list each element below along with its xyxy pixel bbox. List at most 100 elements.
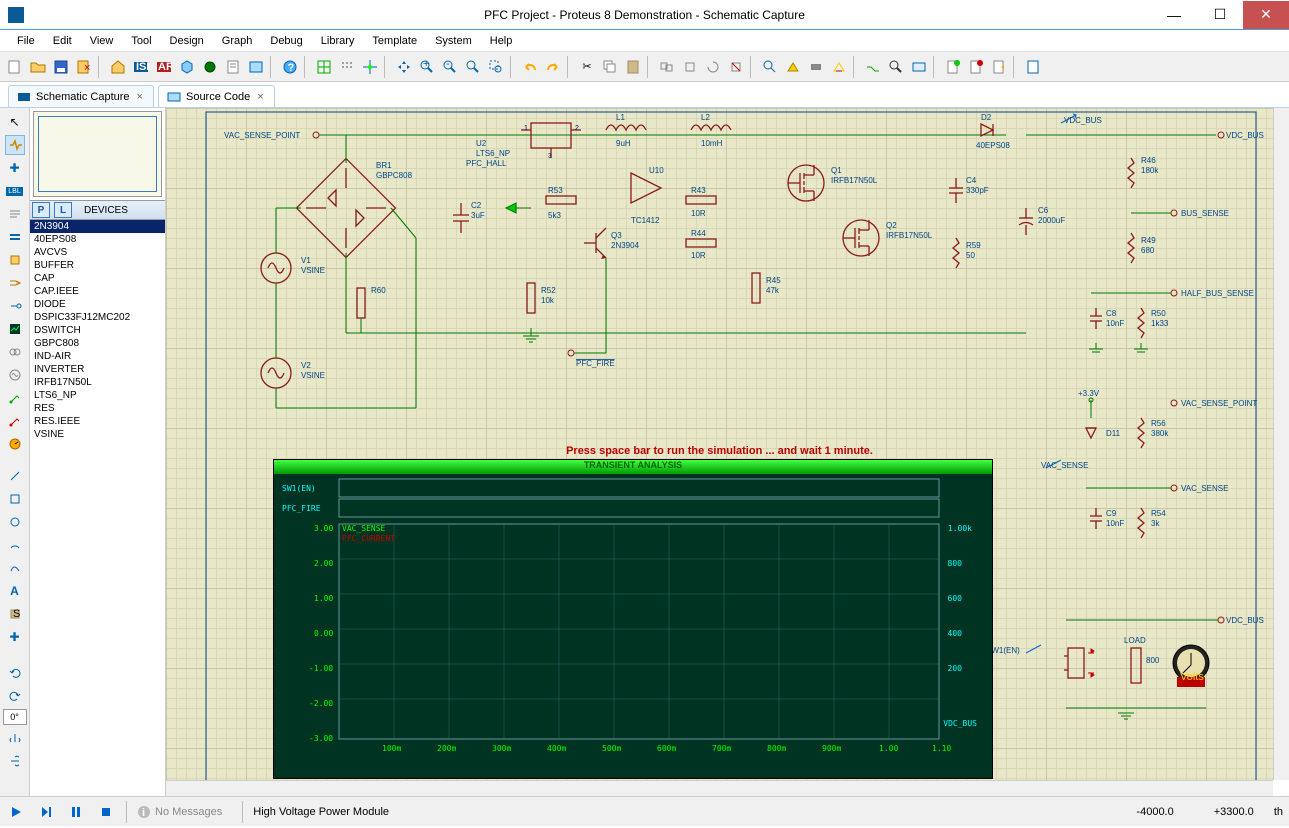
library-button[interactable]: L [54, 202, 72, 218]
list-item[interactable]: CAP [30, 272, 165, 285]
list-item[interactable]: DSPIC33FJ12MC202 [30, 311, 165, 324]
box-2d-icon[interactable] [5, 489, 25, 509]
list-item[interactable]: RES.IEEE [30, 415, 165, 428]
schematic-canvas[interactable]: VAC_SENSE_POINT BR1 GBPC808 V1 [166, 108, 1273, 780]
device-list[interactable]: 2N3904 40EPS08 AVCVS BUFFER CAP CAP.IEEE… [30, 220, 165, 796]
flip-vertical-icon[interactable] [5, 751, 25, 771]
tab-close-icon[interactable]: × [135, 91, 145, 103]
remove-sheet-icon[interactable] [965, 56, 987, 78]
block-delete-icon[interactable] [725, 56, 747, 78]
menu-view[interactable]: View [81, 32, 123, 50]
cut-icon[interactable]: ✂ [576, 56, 598, 78]
menu-design[interactable]: Design [161, 32, 213, 50]
save-icon[interactable] [50, 56, 72, 78]
bus-mode-icon[interactable] [5, 227, 25, 247]
pick-icon[interactable] [759, 56, 781, 78]
gerber-icon[interactable] [199, 56, 221, 78]
list-item[interactable]: AVCVS [30, 246, 165, 259]
menu-template[interactable]: Template [363, 32, 426, 50]
packaging-icon[interactable] [805, 56, 827, 78]
property-assign-icon[interactable] [908, 56, 930, 78]
zoom-in-icon[interactable]: + [416, 56, 438, 78]
rotate-cw-icon[interactable] [5, 663, 25, 683]
paste-icon[interactable] [622, 56, 644, 78]
menu-help[interactable]: Help [481, 32, 522, 50]
bom-report-icon[interactable] [1022, 56, 1044, 78]
text-script-icon[interactable] [5, 204, 25, 224]
list-item[interactable]: BUFFER [30, 259, 165, 272]
junction-mode-icon[interactable]: ✚ [5, 158, 25, 178]
probe-voltage-icon[interactable] [5, 388, 25, 408]
help-icon[interactable]: ? [279, 56, 301, 78]
messages-status[interactable]: i No Messages [126, 801, 232, 823]
wire-autoroute-icon[interactable] [862, 56, 884, 78]
list-item[interactable]: LTS6_NP [30, 389, 165, 402]
arc-2d-icon[interactable] [5, 535, 25, 555]
3dview-icon[interactable] [176, 56, 198, 78]
text-2d-icon[interactable]: A [5, 581, 25, 601]
circle-2d-icon[interactable] [5, 512, 25, 532]
list-item[interactable]: INVERTER [30, 363, 165, 376]
snap-icon[interactable] [336, 56, 358, 78]
symbol-2d-icon[interactable]: S [5, 604, 25, 624]
pcb-icon[interactable]: ARES [153, 56, 175, 78]
instrument-mode-icon[interactable] [5, 434, 25, 454]
menu-library[interactable]: Library [312, 32, 364, 50]
component-mode-icon[interactable] [5, 135, 25, 155]
copy-icon[interactable] [599, 56, 621, 78]
stop-button[interactable] [96, 802, 116, 822]
horizontal-scrollbar[interactable] [166, 780, 1273, 796]
list-item[interactable]: IND-AIR [30, 350, 165, 363]
redo-icon[interactable] [542, 56, 564, 78]
menu-tool[interactable]: Tool [122, 32, 160, 50]
open-icon[interactable] [27, 56, 49, 78]
block-rotate-icon[interactable] [702, 56, 724, 78]
list-item[interactable]: 2N3904 [30, 220, 165, 233]
undo-icon[interactable] [519, 56, 541, 78]
tape-mode-icon[interactable] [5, 342, 25, 362]
label-mode-icon[interactable]: LBL [5, 181, 25, 201]
device-pin-icon[interactable] [5, 296, 25, 316]
zoom-out-icon[interactable]: - [439, 56, 461, 78]
tab-schematic-capture[interactable]: Schematic Capture × [8, 85, 154, 107]
source-code-icon[interactable] [245, 56, 267, 78]
new-project-icon[interactable] [4, 56, 26, 78]
home-icon[interactable] [107, 56, 129, 78]
flip-horizontal-icon[interactable] [5, 728, 25, 748]
list-item[interactable]: RES [30, 402, 165, 415]
menu-graph[interactable]: Graph [213, 32, 262, 50]
decompose-icon[interactable] [828, 56, 850, 78]
vertical-scrollbar[interactable] [1273, 108, 1289, 780]
transient-graph[interactable]: TRANSIENT ANALYSIS SW1(EN) PFC_FIRE 3.00… [273, 459, 993, 779]
list-item[interactable]: 40EPS08 [30, 233, 165, 246]
rotate-ccw-icon[interactable] [5, 686, 25, 706]
grid-toggle-icon[interactable] [313, 56, 335, 78]
tab-source-code[interactable]: Source Code × [158, 85, 275, 107]
list-item[interactable]: VSINE [30, 428, 165, 441]
menu-edit[interactable]: Edit [44, 32, 81, 50]
generator-mode-icon[interactable] [5, 365, 25, 385]
list-item[interactable]: DIODE [30, 298, 165, 311]
overview-thumbnail[interactable] [33, 111, 162, 197]
tab-close-icon[interactable]: × [255, 91, 265, 103]
path-2d-icon[interactable] [5, 558, 25, 578]
terminal-mode-icon[interactable] [5, 273, 25, 293]
pick-device-button[interactable]: P [32, 202, 50, 218]
graph-mode-icon[interactable] [5, 319, 25, 339]
list-item[interactable]: GBPC808 [30, 337, 165, 350]
rotation-value[interactable]: 0° [3, 709, 27, 725]
origin-icon[interactable] [359, 56, 381, 78]
zoom-area-icon[interactable] [485, 56, 507, 78]
zoom-fit-icon[interactable] [462, 56, 484, 78]
list-item[interactable]: IRFB17N50L [30, 376, 165, 389]
close-button[interactable]: ✕ [1243, 1, 1289, 29]
block-copy-icon[interactable] [656, 56, 678, 78]
menu-file[interactable]: File [8, 32, 44, 50]
search-icon[interactable] [885, 56, 907, 78]
selection-mode-icon[interactable]: ↖ [5, 112, 25, 132]
list-item[interactable]: CAP.IEEE [30, 285, 165, 298]
bom-icon[interactable] [222, 56, 244, 78]
make-device-icon[interactable] [782, 56, 804, 78]
pause-button[interactable] [66, 802, 86, 822]
close-project-icon[interactable]: × [73, 56, 95, 78]
